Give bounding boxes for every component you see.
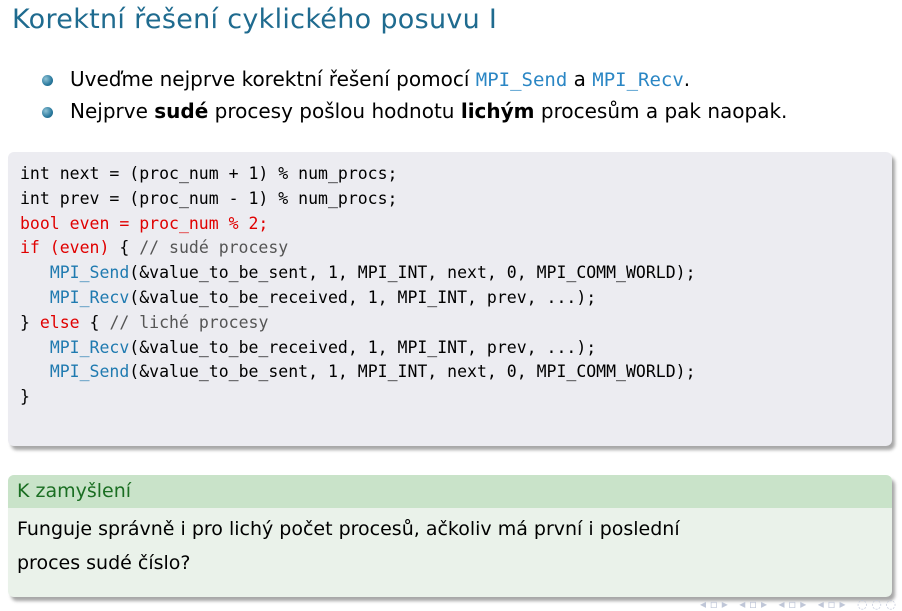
beamer-navigation-icon[interactable]: ◂ ▫ ▸ ◂ ▫ ▸ ◂ ▫ ▸ ◂ ▫ ▸ ◌ ◌ ◌: [700, 597, 896, 611]
code-function: MPI_Recv: [49, 287, 130, 307]
bullet-text: procesům a pak naopak.: [534, 99, 788, 123]
inline-code: MPI_Send: [475, 69, 568, 91]
code-args: (&value_to_be_received, 1, MPI_INT, prev…: [129, 287, 597, 307]
code-line-highlight: bool even = proc_num % 2;: [20, 213, 269, 233]
bold-text: sudé: [154, 99, 209, 123]
code-function: MPI_Send: [49, 362, 130, 382]
code-function: MPI_Send: [49, 263, 130, 283]
bullet-text: procesy pošlou hodnotu: [208, 99, 461, 123]
code-args: (&value_to_be_received, 1, MPI_INT, prev…: [129, 337, 597, 357]
note-line: proces sudé číslo?: [17, 552, 191, 574]
code-args: (&value_to_be_sent, 1, MPI_INT, next, 0,…: [129, 263, 696, 283]
bullet-list: Uveďme nejprve korektní řešení pomocí MP…: [42, 64, 787, 127]
slide-title: Korektní řešení cyklického posuvu I: [12, 4, 498, 35]
code-comment: // liché procesy: [109, 312, 269, 332]
bullet-item: Nejprve sudé procesy pošlou hodnotu lich…: [42, 96, 787, 127]
code-comment: // sudé procesy: [139, 238, 289, 258]
note-block: K zamyšlení Funguje správně i pro lichý …: [8, 475, 892, 597]
bullet-text: Uveďme nejprve korektní řešení pomocí: [70, 67, 476, 91]
code-line: }: [20, 387, 30, 407]
code-listing: int next = (proc_num + 1) % num_procs; i…: [8, 152, 892, 446]
code-line: int prev = (proc_num - 1) % num_procs;: [20, 188, 398, 208]
code-token: }: [20, 312, 40, 332]
bullet-text: Nejprve: [70, 99, 155, 123]
code-keyword: else: [39, 312, 80, 332]
bullet-ball-icon: [42, 107, 53, 118]
bold-text: lichým: [460, 99, 535, 123]
inline-code: MPI_Recv: [592, 69, 684, 91]
bullet-ball-icon: [42, 75, 53, 86]
code-token: {: [79, 312, 110, 332]
bullet-text: .: [683, 67, 691, 91]
code-keyword: if (even): [20, 238, 110, 258]
code-token: {: [109, 238, 140, 258]
note-line: Funguje správně i pro lichý počet proces…: [17, 518, 680, 540]
note-block-title: K zamyšlení: [8, 475, 892, 508]
code-function: MPI_Recv: [49, 337, 130, 357]
bullet-text: a: [567, 67, 593, 91]
bullet-item: Uveďme nejprve korektní řešení pomocí MP…: [42, 64, 787, 96]
code-line: int next = (proc_num + 1) % num_procs;: [20, 164, 398, 183]
code-args: (&value_to_be_sent, 1, MPI_INT, next, 0,…: [129, 362, 696, 382]
code-text: int next = (proc_num + 1) % num_procs; i…: [20, 162, 880, 410]
note-block-body: Funguje správně i pro lichý počet proces…: [8, 508, 892, 580]
